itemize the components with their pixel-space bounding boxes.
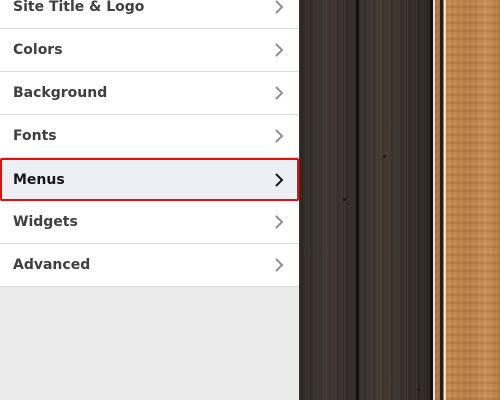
menu-item-advanced[interactable]: Advanced bbox=[0, 244, 299, 287]
plank-groove bbox=[440, 0, 443, 400]
menu-item-label: Widgets bbox=[13, 214, 78, 230]
chevron-right-icon bbox=[273, 257, 285, 273]
menu-item-menus[interactable]: Menus bbox=[0, 158, 299, 201]
plank-edge-light bbox=[433, 0, 435, 400]
chevron-right-icon bbox=[273, 128, 285, 144]
menu-item-fonts[interactable]: Fonts bbox=[0, 115, 299, 158]
plank-seam bbox=[356, 0, 359, 400]
menu-item-label: Advanced bbox=[13, 257, 91, 273]
customizer-panel: Site Title & Logo Colors Background Font… bbox=[0, 0, 299, 400]
chevron-right-icon bbox=[273, 214, 285, 230]
chevron-right-icon bbox=[273, 0, 285, 15]
menu-item-label: Site Title & Logo bbox=[13, 0, 145, 15]
chevron-right-icon bbox=[273, 172, 285, 188]
wood-knot bbox=[417, 388, 420, 391]
chevron-right-icon bbox=[273, 85, 285, 101]
menu-item-label: Colors bbox=[13, 42, 63, 58]
wood-knot bbox=[383, 155, 386, 158]
customizer-menu: Site Title & Logo Colors Background Font… bbox=[0, 0, 299, 287]
plank-edge-light bbox=[444, 0, 446, 400]
chevron-right-icon bbox=[273, 42, 285, 58]
menu-item-background[interactable]: Background bbox=[0, 72, 299, 115]
menu-item-widgets[interactable]: Widgets bbox=[0, 201, 299, 244]
wood-knot bbox=[343, 198, 346, 201]
menu-item-label: Menus bbox=[13, 171, 65, 188]
menu-item-label: Fonts bbox=[13, 128, 57, 144]
wood-background-preview bbox=[299, 0, 500, 400]
menu-item-label: Background bbox=[13, 85, 108, 101]
dark-wood-planks bbox=[299, 0, 433, 400]
menu-item-site-title-logo[interactable]: Site Title & Logo bbox=[0, 0, 299, 29]
menu-item-colors[interactable]: Colors bbox=[0, 29, 299, 72]
